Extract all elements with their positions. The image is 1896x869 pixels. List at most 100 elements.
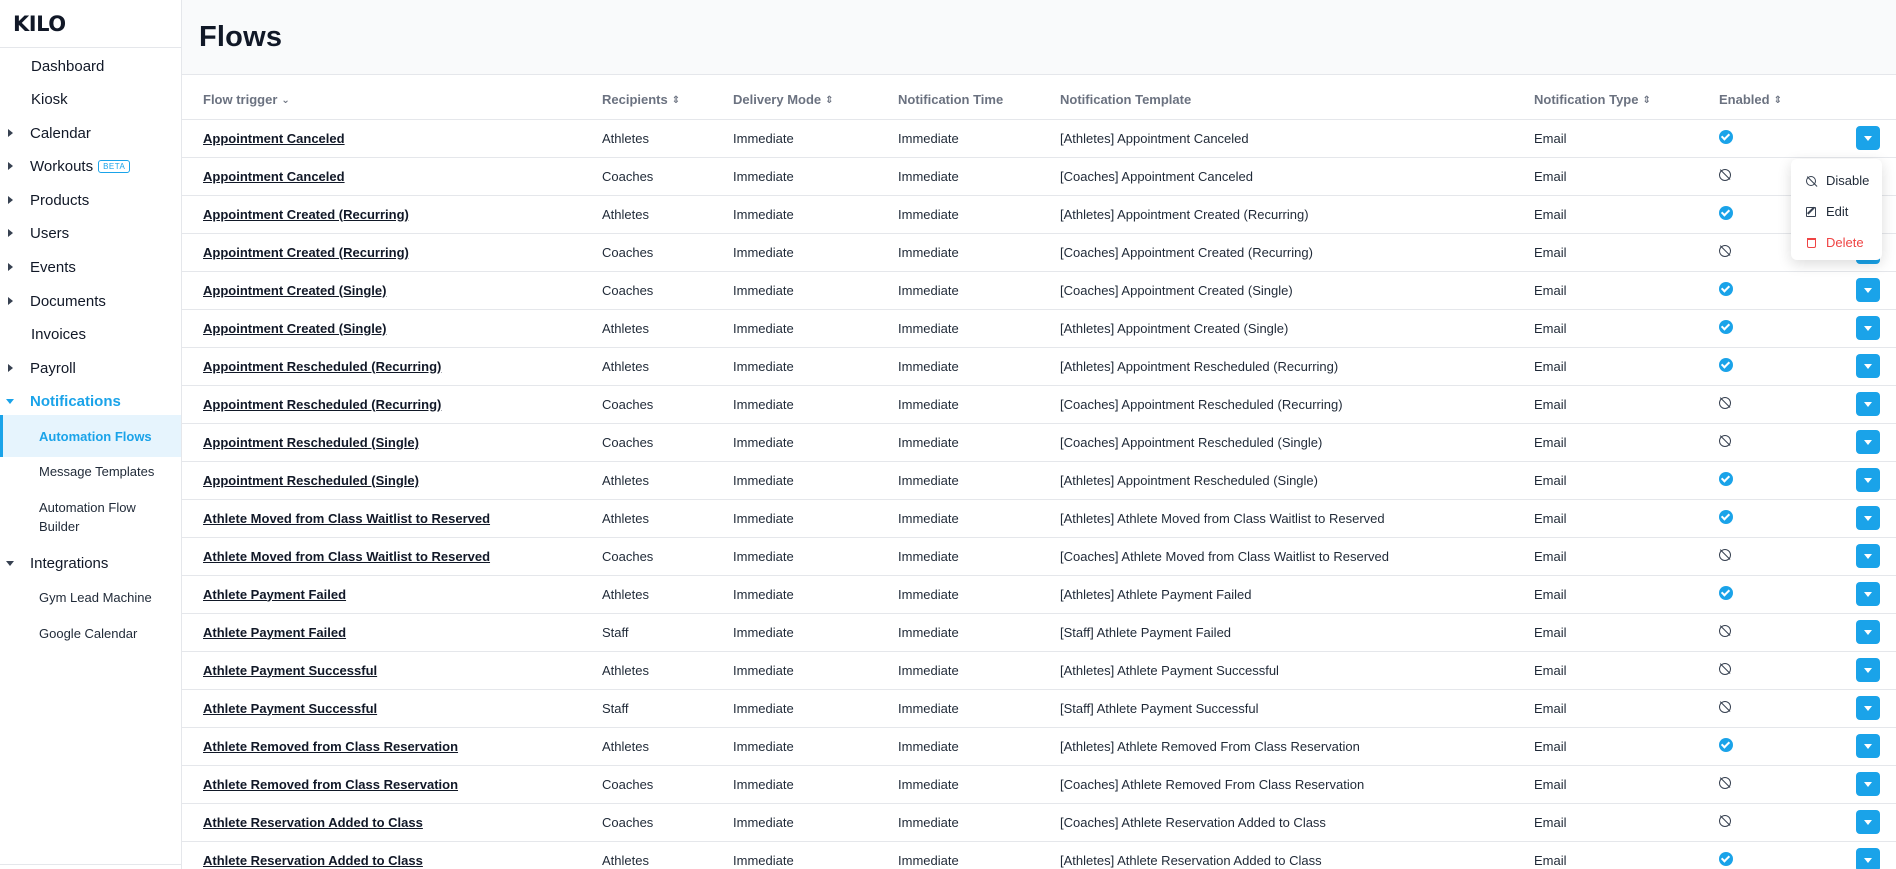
cell-enabled bbox=[1719, 689, 1856, 728]
cell-delivery-mode: Immediate bbox=[733, 271, 898, 310]
menu-item-edit[interactable]: Edit bbox=[1791, 196, 1882, 227]
row-actions-button[interactable] bbox=[1856, 544, 1880, 568]
header-notification-type[interactable]: Notification Type ⇕ bbox=[1534, 81, 1719, 120]
cell-notification-type: Email bbox=[1534, 537, 1719, 576]
row-actions-button[interactable] bbox=[1856, 430, 1880, 454]
flow-trigger-link[interactable]: Athlete Removed from Class Reservation bbox=[203, 739, 458, 754]
sidebar-item-invoices[interactable]: Invoices bbox=[0, 324, 181, 344]
sidebar-item-documents[interactable]: Documents bbox=[0, 291, 181, 311]
header-flow-trigger[interactable]: Flow trigger ⌄ bbox=[182, 81, 602, 120]
page-header: Flows bbox=[182, 0, 1896, 75]
sidebar-item-label: Dashboard bbox=[31, 57, 105, 75]
sidebar-subitem-gym-lead-machine[interactable]: Gym Lead Machine bbox=[0, 588, 181, 607]
row-actions-button[interactable] bbox=[1856, 392, 1880, 416]
sidebar-item-products[interactable]: Products bbox=[0, 190, 181, 210]
cell-actions bbox=[1856, 385, 1896, 424]
cell-notification-template: [Athletes] Appointment Rescheduled (Sing… bbox=[1060, 461, 1534, 500]
flow-trigger-link[interactable]: Appointment Rescheduled (Recurring) bbox=[203, 359, 441, 374]
cell-notification-type: Email bbox=[1534, 765, 1719, 804]
header-actions bbox=[1856, 81, 1896, 120]
cell-notification-time: Immediate bbox=[898, 613, 1060, 652]
header-enabled[interactable]: Enabled ⇕ bbox=[1719, 81, 1856, 120]
flow-trigger-link[interactable]: Athlete Removed from Class Reservation bbox=[203, 777, 458, 792]
chevron-down-icon bbox=[1864, 477, 1872, 483]
sidebar-item-calendar[interactable]: Calendar bbox=[0, 123, 181, 143]
cell-notification-template: [Athletes] Athlete Payment Failed bbox=[1060, 575, 1534, 614]
sort-icon: ⇕ bbox=[671, 95, 681, 107]
flow-trigger-link[interactable]: Appointment Created (Recurring) bbox=[203, 245, 409, 260]
flow-trigger-link[interactable]: Appointment Created (Single) bbox=[203, 283, 386, 298]
sidebar-item-payroll[interactable]: Payroll bbox=[0, 358, 181, 378]
flow-trigger-link[interactable]: Athlete Payment Failed bbox=[203, 625, 346, 640]
cell-flow-trigger: Appointment Created (Recurring) bbox=[182, 195, 602, 234]
sidebar-item-dashboard[interactable]: Dashboard bbox=[0, 56, 181, 76]
row-actions-button[interactable] bbox=[1856, 582, 1880, 606]
cell-notification-template: [Athletes] Appointment Rescheduled (Recu… bbox=[1060, 347, 1534, 386]
row-actions-button[interactable] bbox=[1856, 696, 1880, 720]
flow-trigger-link[interactable]: Athlete Payment Failed bbox=[203, 587, 346, 602]
flow-trigger-link[interactable]: Appointment Canceled bbox=[203, 131, 345, 146]
sidebar-subitem-automation-flow-builder[interactable]: Automation Flow Builder bbox=[0, 498, 181, 536]
cell-notification-time: Immediate bbox=[898, 537, 1060, 576]
row-actions-button[interactable] bbox=[1856, 316, 1880, 340]
trash-icon bbox=[1805, 237, 1817, 248]
flow-trigger-link[interactable]: Athlete Moved from Class Waitlist to Res… bbox=[203, 511, 490, 526]
flow-trigger-link[interactable]: Athlete Reservation Added to Class bbox=[203, 815, 423, 830]
sidebar-subitem-message-templates[interactable]: Message Templates bbox=[0, 462, 181, 481]
flow-trigger-link[interactable]: Appointment Created (Recurring) bbox=[203, 207, 409, 222]
flow-trigger-link[interactable]: Appointment Rescheduled (Single) bbox=[203, 435, 419, 450]
menu-item-label: Edit bbox=[1826, 204, 1849, 219]
row-actions-button[interactable] bbox=[1856, 506, 1880, 530]
flow-trigger-link[interactable]: Athlete Moved from Class Waitlist to Res… bbox=[203, 549, 490, 564]
cell-flow-trigger: Appointment Created (Single) bbox=[182, 309, 602, 348]
cell-actions bbox=[1856, 119, 1896, 158]
caret-right-icon bbox=[0, 297, 30, 305]
row-actions-button[interactable] bbox=[1856, 126, 1880, 150]
sidebar-item-events[interactable]: Events bbox=[0, 257, 181, 277]
cell-enabled bbox=[1719, 575, 1856, 614]
kilo-logo[interactable]: KILO bbox=[0, 0, 181, 48]
sidebar-subitem-google-calendar[interactable]: Google Calendar bbox=[0, 624, 181, 643]
row-actions-button[interactable] bbox=[1856, 734, 1880, 758]
sidebar-item-users[interactable]: Users bbox=[0, 223, 181, 243]
cell-recipients: Coaches bbox=[602, 803, 733, 842]
row-actions-button[interactable] bbox=[1856, 620, 1880, 644]
flow-trigger-link[interactable]: Appointment Rescheduled (Single) bbox=[203, 473, 419, 488]
flow-trigger-link[interactable]: Athlete Reservation Added to Class bbox=[203, 853, 423, 868]
header-recipients[interactable]: Recipients ⇕ bbox=[602, 81, 733, 120]
flow-trigger-link[interactable]: Athlete Payment Successful bbox=[203, 701, 377, 716]
menu-item-disable[interactable]: Disable bbox=[1791, 165, 1882, 196]
row-actions-button[interactable] bbox=[1856, 468, 1880, 492]
flow-trigger-link[interactable]: Appointment Canceled bbox=[203, 169, 345, 184]
row-actions-button[interactable] bbox=[1856, 772, 1880, 796]
row-actions-button[interactable] bbox=[1856, 848, 1880, 869]
sidebar-item-notifications[interactable]: Notifications bbox=[0, 391, 181, 411]
sidebar-item-integrations[interactable]: Integrations bbox=[0, 553, 181, 573]
flow-trigger-link[interactable]: Athlete Payment Successful bbox=[203, 663, 377, 678]
menu-item-delete[interactable]: Delete bbox=[1791, 227, 1882, 258]
disabled-circle-icon bbox=[1719, 168, 1731, 181]
caret-right-icon bbox=[0, 196, 30, 204]
cell-notification-template: [Coaches] Appointment Created (Recurring… bbox=[1060, 233, 1534, 272]
row-actions-button[interactable] bbox=[1856, 354, 1880, 378]
caret-down-icon bbox=[0, 398, 30, 404]
sidebar-subitem-automation-flows[interactable]: Automation Flows bbox=[0, 415, 181, 457]
chevron-down-icon: ⌄ bbox=[281, 95, 290, 107]
header-delivery-mode[interactable]: Delivery Mode ⇕ bbox=[733, 81, 898, 120]
flow-trigger-link[interactable]: Appointment Rescheduled (Recurring) bbox=[203, 397, 441, 412]
cell-notification-time: Immediate bbox=[898, 271, 1060, 310]
sidebar-item-workouts[interactable]: Workouts BETA bbox=[0, 156, 181, 176]
flow-trigger-link[interactable]: Appointment Created (Single) bbox=[203, 321, 386, 336]
cell-delivery-mode: Immediate bbox=[733, 461, 898, 500]
cell-enabled bbox=[1719, 651, 1856, 690]
cell-flow-trigger: Appointment Rescheduled (Single) bbox=[182, 423, 602, 462]
cell-enabled bbox=[1719, 499, 1856, 538]
cell-notification-time: Immediate bbox=[898, 803, 1060, 842]
cell-enabled bbox=[1719, 613, 1856, 652]
row-actions-button[interactable] bbox=[1856, 810, 1880, 834]
sidebar-item-kiosk[interactable]: Kiosk bbox=[0, 89, 181, 109]
row-actions-button[interactable] bbox=[1856, 658, 1880, 682]
row-actions-button[interactable] bbox=[1856, 278, 1880, 302]
chevron-down-icon bbox=[1864, 705, 1872, 711]
cell-notification-type: Email bbox=[1534, 119, 1719, 158]
